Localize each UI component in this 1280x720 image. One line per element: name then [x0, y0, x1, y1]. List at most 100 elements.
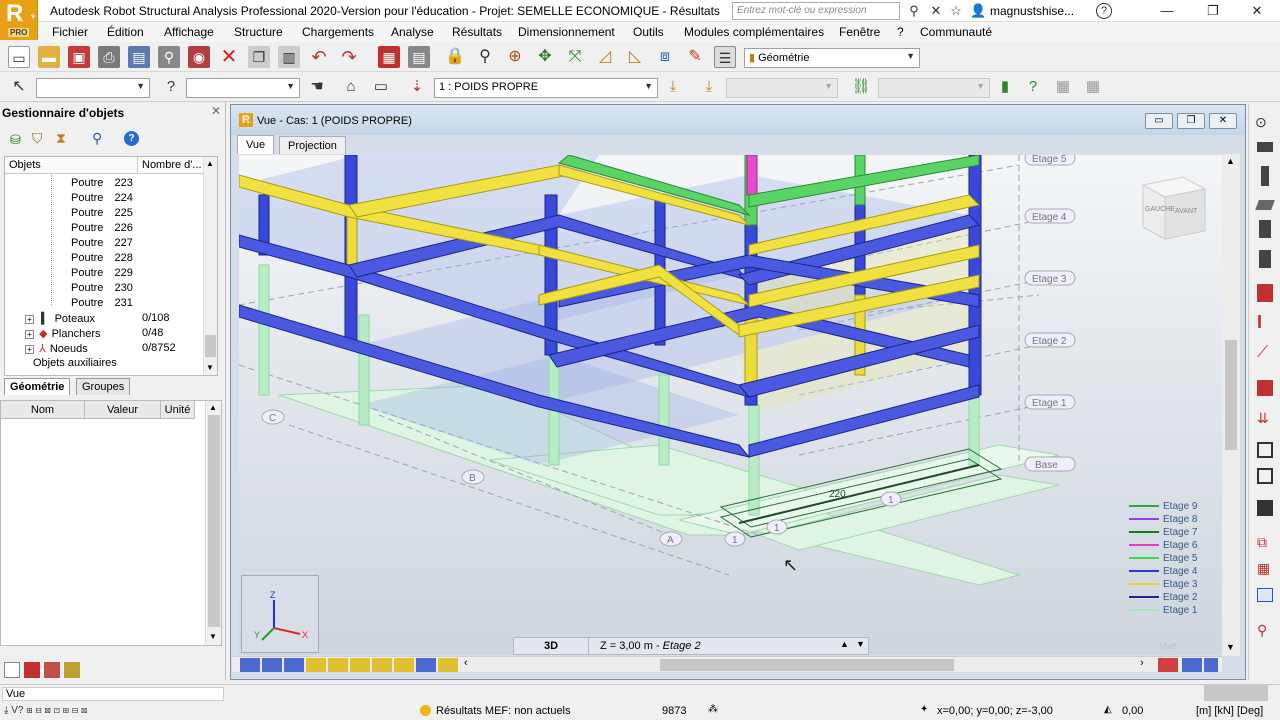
table-grid-2-icon[interactable]: ▦	[1082, 76, 1104, 98]
menu-affichage[interactable]: Affichage	[164, 25, 214, 39]
load-definition-icon[interactable]: ⤓	[662, 76, 684, 98]
menu-dimensionnement[interactable]: Dimensionnement	[518, 25, 615, 39]
menu-communaute[interactable]: Communauté	[920, 25, 992, 39]
unit-system[interactable]: [m] [kN] [Deg]	[1196, 705, 1263, 717]
redo-icon[interactable]: ↷	[338, 46, 360, 68]
view-tool-1-icon[interactable]	[240, 658, 260, 672]
table-grid-icon[interactable]: ▦	[1052, 76, 1074, 98]
layers-icon[interactable]	[44, 662, 60, 678]
zoom-icon[interactable]: ⚲	[474, 46, 496, 68]
mesh-icon[interactable]: ⧈	[654, 46, 676, 68]
close-button[interactable]: ✕	[1234, 0, 1280, 22]
view-tool-5-icon[interactable]	[328, 658, 348, 672]
new-file-icon[interactable]: ▭	[8, 46, 30, 68]
tree-item-poutre[interactable]: Poutre 224	[71, 192, 133, 207]
print-icon[interactable]: ⎙	[98, 46, 120, 68]
prop-col-valeur[interactable]: Valeur	[85, 401, 161, 419]
select-cursor-icon[interactable]: ↖	[8, 76, 30, 98]
open-folder-icon[interactable]: ▬	[38, 46, 60, 68]
view-tool-11-icon[interactable]	[1158, 658, 1178, 672]
save-icon[interactable]: ▣	[68, 46, 90, 68]
mesh-tool-icon[interactable]: ▦	[1257, 560, 1270, 577]
grid-tool-icon[interactable]	[1257, 442, 1273, 458]
user-icon[interactable]: 👤	[970, 3, 986, 19]
view-tool-8-icon[interactable]	[394, 658, 414, 672]
tree-col-count[interactable]: Nombre d'...	[142, 159, 202, 171]
tree-item-poutre[interactable]: Poutre 226	[71, 222, 133, 237]
screen-capture-icon[interactable]: ◉	[188, 46, 210, 68]
beam-tool-icon[interactable]	[1255, 200, 1275, 210]
results-icon[interactable]: ▮	[994, 76, 1016, 98]
load-case-icon[interactable]: ⇣	[406, 76, 428, 98]
component-select-disabled[interactable]: ▼	[878, 78, 990, 98]
3d-viewport[interactable]: 220 C B A 1 1 1 Etage 5 Etage 4 Etage 3 …	[239, 155, 1223, 655]
view-tool-12-icon[interactable]	[1182, 658, 1202, 672]
selection-query-icon[interactable]: ?	[160, 76, 182, 98]
structure-check-icon[interactable]: ◺	[624, 46, 646, 68]
vertical-scroll-thumb[interactable]	[1225, 340, 1237, 450]
funnel-icon[interactable]: ⛉	[32, 130, 43, 147]
tab-projection[interactable]: Projection	[279, 136, 346, 154]
scroll-thumb[interactable]	[208, 415, 220, 627]
scroll-thumb[interactable]	[205, 335, 216, 357]
menu-fichier[interactable]: Fichier	[52, 25, 88, 39]
column-tool-icon[interactable]	[1261, 166, 1269, 186]
tree-item-poutre[interactable]: Poutre 228	[71, 252, 133, 267]
hourglass-icon[interactable]: ⧗	[56, 130, 66, 147]
star-icon[interactable]: ☆	[948, 3, 964, 19]
mode-select-disabled[interactable]: ▼	[726, 78, 838, 98]
tools-icon[interactable]: ✎	[684, 46, 706, 68]
tree-col-objects[interactable]: Objets	[9, 159, 41, 171]
view-close-button[interactable]: ✕	[1209, 113, 1237, 129]
scroll-right-icon[interactable]: ›	[1140, 657, 1144, 669]
minimize-button[interactable]: —	[1144, 0, 1190, 22]
level-up-button[interactable]: ▲	[840, 639, 849, 649]
structure-view-icon[interactable]: ▭	[370, 76, 392, 98]
combination-tool-icon[interactable]: ⧉	[1257, 534, 1267, 551]
snap-icon[interactable]: ⁂	[708, 704, 718, 715]
selection-hand-icon[interactable]: ☚	[306, 76, 328, 98]
menu-modules[interactable]: Modules complémentaires	[684, 25, 824, 39]
view-cube[interactable]: GAUCHE AVANT	[1141, 176, 1207, 240]
horizontal-scroll-thumb[interactable]	[660, 659, 954, 671]
tree-item-poutre[interactable]: Poutre 231	[71, 297, 133, 312]
tables-icon[interactable]: ▤	[408, 46, 430, 68]
scroll-down-icon[interactable]: ▼	[209, 632, 217, 641]
view-mode-3d[interactable]: 3D	[544, 640, 558, 652]
pan-icon[interactable]: ✥	[534, 46, 556, 68]
scroll-left-icon[interactable]: ‹	[464, 657, 468, 669]
tree-item-noeuds[interactable]: + ⅄ Noeuds	[25, 342, 88, 357]
level-down-button[interactable]: ▼	[856, 639, 865, 649]
search-input[interactable]: Entrez mot-clé ou expression	[732, 2, 900, 20]
close-icon[interactable]: ✕	[211, 104, 221, 118]
print-preview-icon[interactable]: ▤	[128, 46, 150, 68]
load-tool-icon[interactable]: ⇊	[1257, 410, 1269, 427]
table-view-icon[interactable]	[1257, 588, 1273, 602]
view-minimize-button[interactable]: ▭	[1145, 113, 1173, 129]
copy-icon[interactable]: ❐	[248, 46, 270, 68]
paste-icon[interactable]: ▥	[278, 46, 300, 68]
node-icon[interactable]: ⛓	[850, 76, 872, 98]
bar-tool-icon[interactable]	[1257, 142, 1273, 152]
filter-selection-icon[interactable]: ⛁	[10, 132, 21, 148]
tree-scrollbar[interactable]: ▲ ▼	[203, 157, 217, 375]
x-communication-icon[interactable]: ✕	[928, 3, 944, 19]
pin-tool-icon[interactable]: ⚲	[1257, 622, 1267, 639]
command-field[interactable]: Vue	[2, 687, 224, 701]
view-tool-9-icon[interactable]	[416, 658, 436, 672]
scroll-up-icon[interactable]: ▲	[206, 159, 214, 168]
list-icon[interactable]	[4, 662, 20, 678]
status-icons[interactable]: ⤓ V? ⊞ ⊟ ⊠ ⊡ ⊞ ⊟ ⊠	[4, 705, 87, 716]
tree-item-aux[interactable]: Objets auxiliaires	[33, 357, 117, 372]
tree-item-poutre[interactable]: Poutre 229	[71, 267, 133, 282]
prop-col-nom[interactable]: Nom	[1, 401, 85, 419]
view-tool-10-icon[interactable]	[438, 658, 458, 672]
selection-select-1[interactable]: ▼	[36, 78, 150, 98]
calculator-icon[interactable]: ▦	[378, 46, 400, 68]
help-icon[interactable]: ?	[1096, 3, 1112, 19]
view-vertical-scrollbar[interactable]: ▲ ▼	[1222, 154, 1240, 656]
delete-icon[interactable]: ✕	[218, 46, 240, 68]
results-query-icon[interactable]: ?	[1022, 76, 1044, 98]
ruler-icon[interactable]: ◿	[594, 46, 616, 68]
expand-icon[interactable]: +	[25, 315, 34, 324]
